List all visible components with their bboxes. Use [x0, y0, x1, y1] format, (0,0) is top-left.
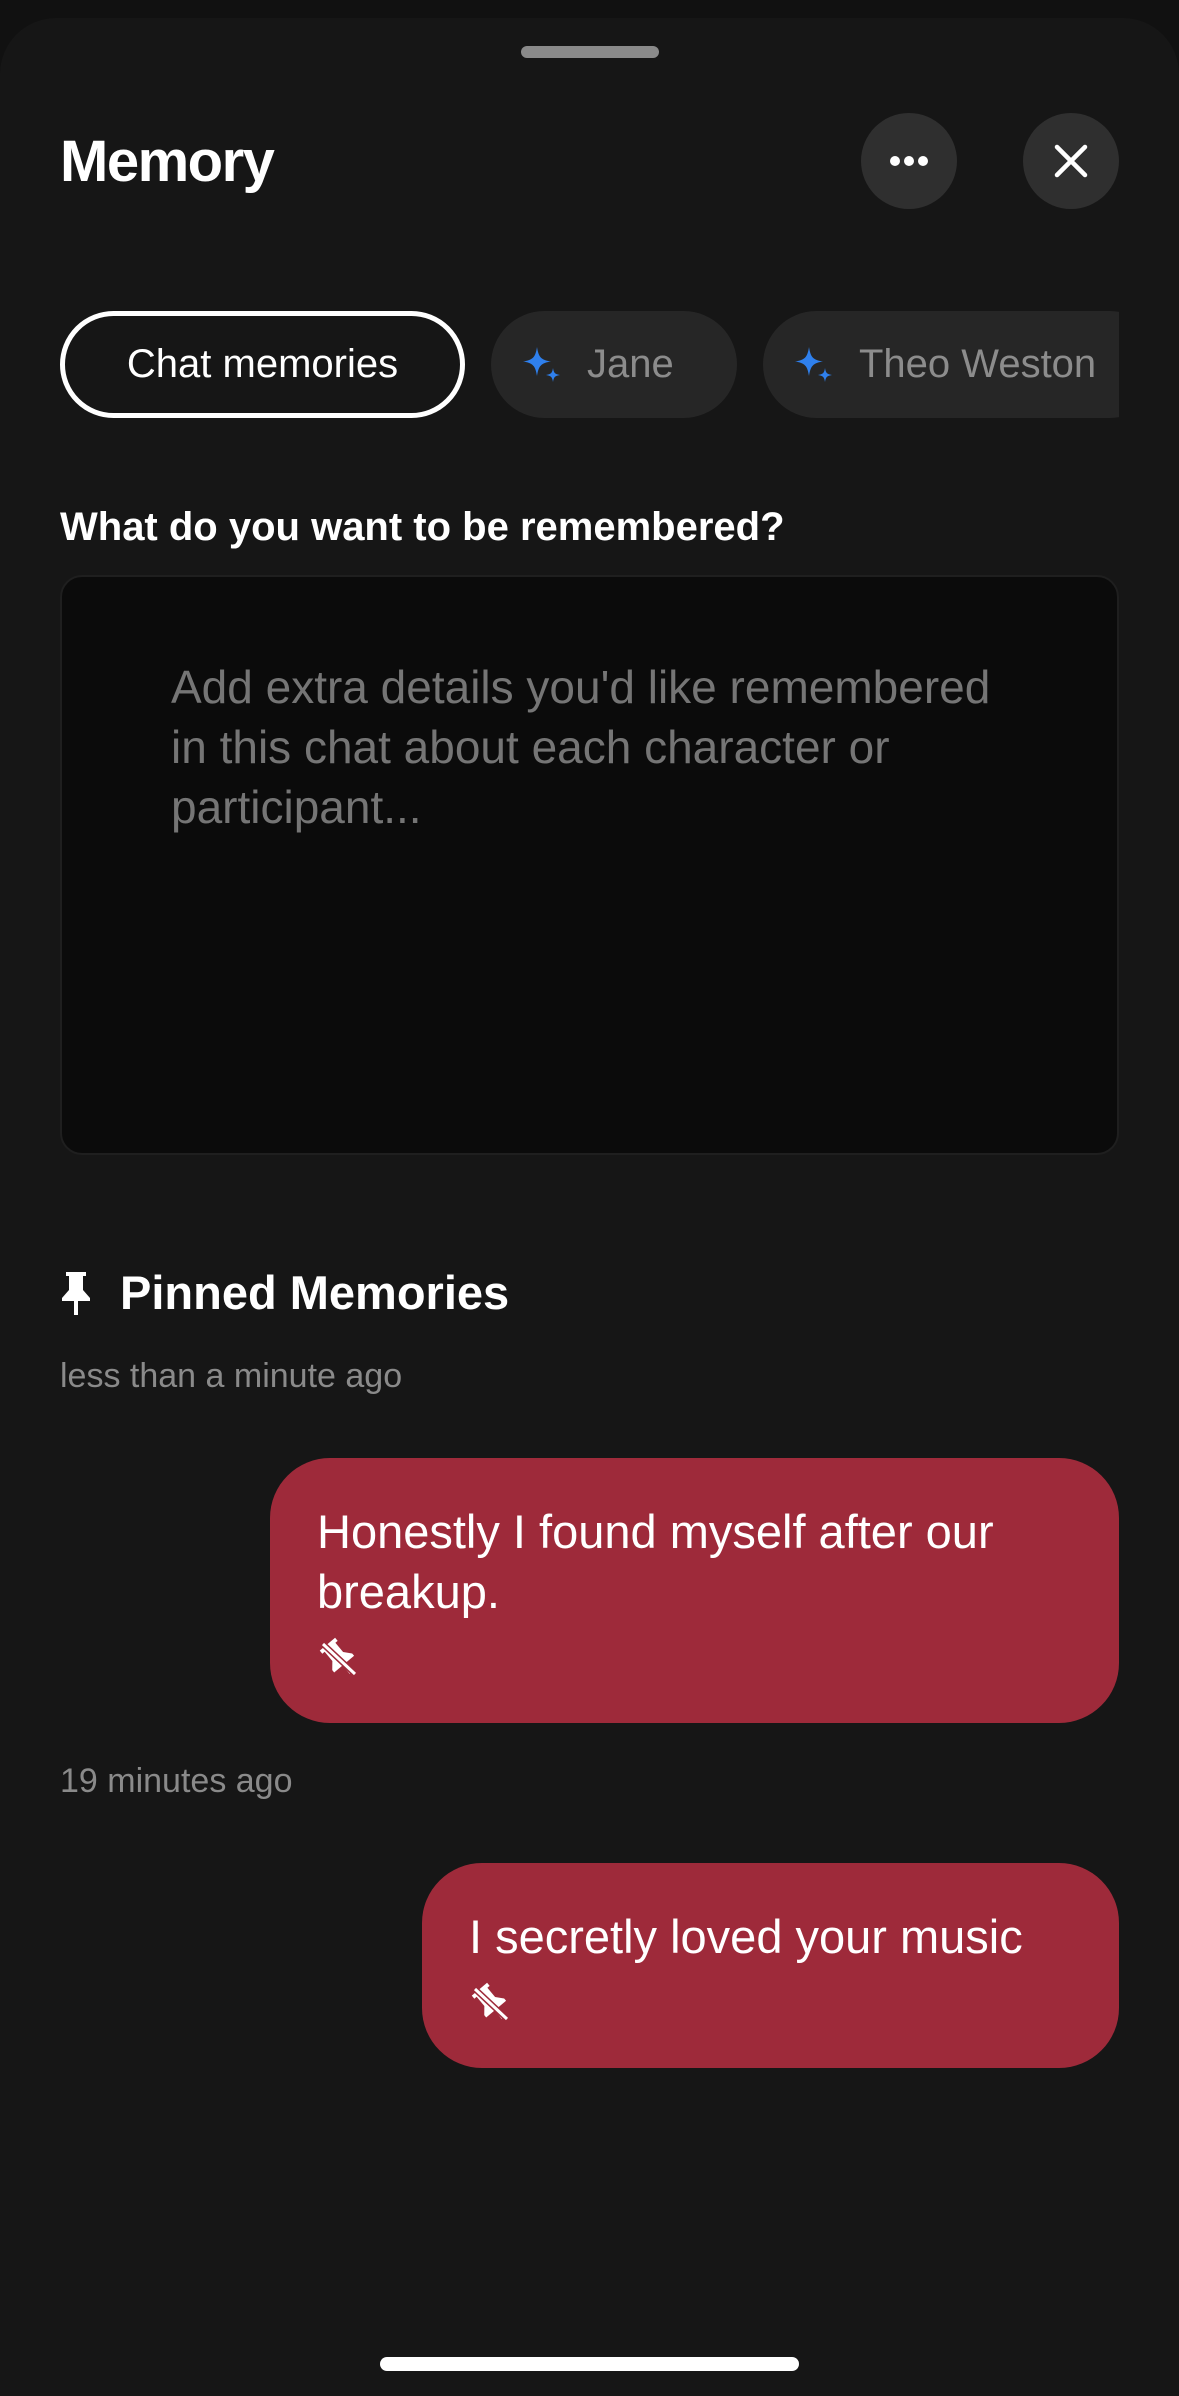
close-button[interactable]	[1023, 113, 1119, 209]
pinned-memories-header: Pinned Memories	[60, 1265, 509, 1320]
tab-label: Theo Weston	[859, 342, 1097, 386]
memory-timestamp: 19 minutes ago	[60, 1762, 293, 1800]
unpin-icon[interactable]	[317, 1636, 361, 1680]
pinned-memory-bubble[interactable]: Honestly I found myself after our breaku…	[270, 1458, 1119, 1723]
unpin-icon[interactable]	[469, 1981, 513, 2025]
more-options-button[interactable]	[861, 113, 957, 209]
pin-icon	[62, 1271, 90, 1315]
memory-timestamp: less than a minute ago	[60, 1357, 403, 1395]
tab-label: Chat memories	[126, 342, 399, 386]
memory-details-input[interactable]	[60, 575, 1119, 1155]
memory-tabs: Chat memories Jane Theo Weston	[60, 311, 1119, 418]
sparkle-icon	[795, 346, 832, 382]
pinned-memory-text: I secretly loved your music	[469, 1910, 1023, 1963]
sheet-grabber[interactable]	[521, 46, 659, 58]
tab-jane[interactable]: Jane	[491, 311, 737, 418]
pinned-memory-text: Honestly I found myself after our breaku…	[317, 1505, 994, 1618]
memory-question-label: What do you want to be remembered?	[60, 505, 785, 549]
sparkle-icon	[523, 346, 560, 382]
tab-label: Jane	[587, 342, 674, 386]
ellipsis-icon	[890, 156, 928, 166]
page-title: Memory	[60, 129, 275, 194]
tab-theo-weston[interactable]: Theo Weston	[763, 311, 1119, 418]
home-indicator[interactable]	[380, 2357, 799, 2371]
pinned-memory-bubble[interactable]: I secretly loved your music	[422, 1863, 1119, 2068]
pinned-memories-title: Pinned Memories	[120, 1266, 510, 1319]
tab-chat-memories[interactable]: Chat memories	[60, 311, 465, 418]
close-icon	[1054, 144, 1088, 178]
